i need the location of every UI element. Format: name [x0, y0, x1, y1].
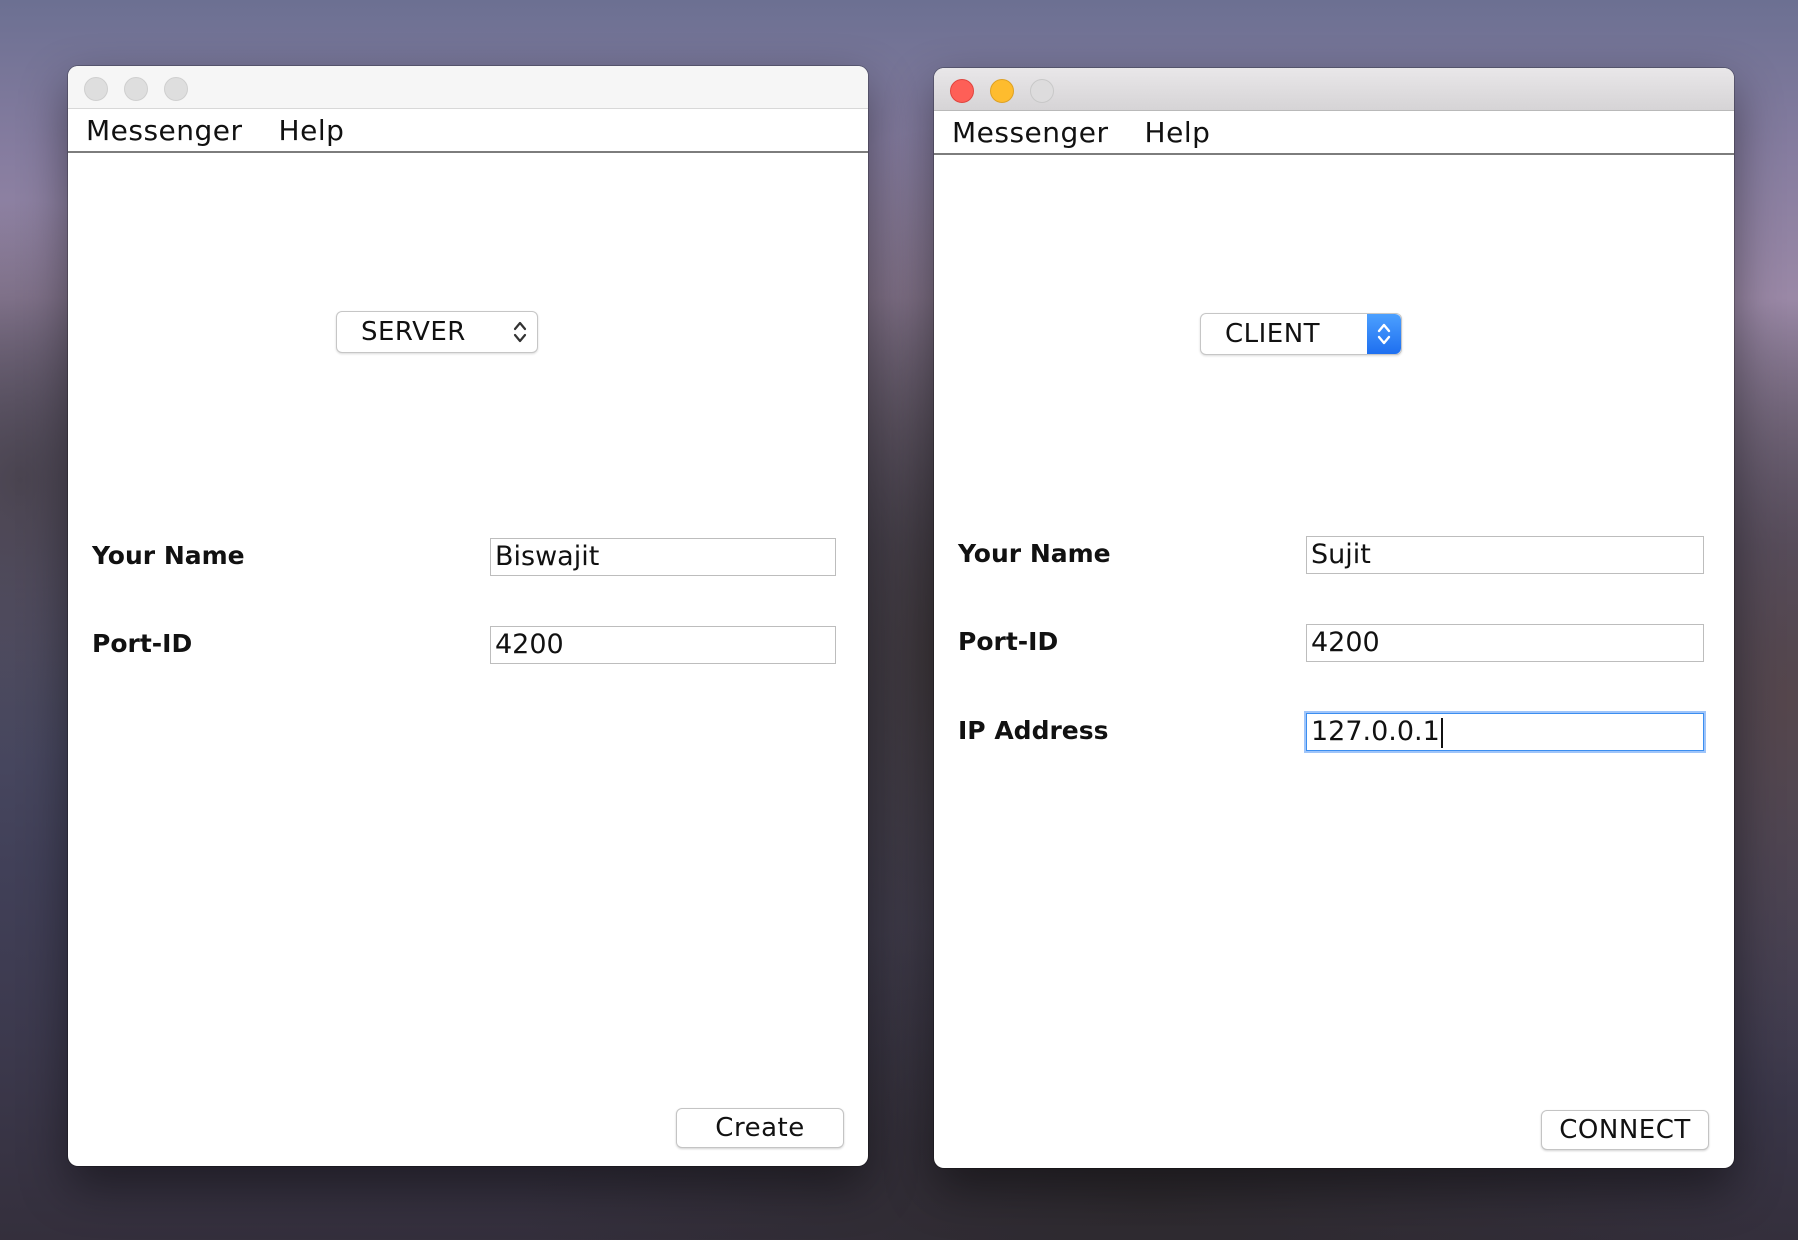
port-field[interactable]: 4200 — [1306, 624, 1704, 662]
name-label: Your Name — [92, 541, 245, 570]
port-label: Port-ID — [958, 627, 1059, 656]
title-bar[interactable] — [68, 66, 868, 109]
port-label: Port-ID — [92, 629, 193, 658]
name-label: Your Name — [958, 539, 1111, 568]
minimize-icon[interactable] — [124, 77, 148, 101]
menu-help[interactable]: Help — [279, 114, 345, 147]
zoom-icon[interactable] — [164, 77, 188, 101]
role-select[interactable]: CLIENT — [1200, 313, 1402, 355]
ip-address-value: 127.0.0.1 — [1311, 716, 1440, 747]
chevron-up-down-icon — [503, 312, 537, 352]
menu-bar: Messenger Help — [68, 109, 868, 153]
port-field[interactable]: 4200 — [490, 626, 836, 664]
zoom-icon[interactable] — [1030, 79, 1054, 103]
server-window: Messenger Help SERVER Your Name Biswajit… — [68, 66, 868, 1166]
name-field[interactable]: Biswajit — [490, 538, 836, 576]
role-select-value: CLIENT — [1225, 319, 1321, 349]
title-bar[interactable] — [934, 68, 1734, 111]
chevron-up-down-icon — [1367, 314, 1401, 354]
create-button[interactable]: Create — [676, 1108, 844, 1148]
minimize-icon[interactable] — [990, 79, 1014, 103]
connect-button[interactable]: CONNECT — [1541, 1110, 1709, 1150]
ip-address-label: IP Address — [958, 716, 1109, 745]
name-field[interactable]: Sujit — [1306, 536, 1704, 574]
ip-address-field[interactable]: 127.0.0.1 — [1306, 713, 1704, 751]
client-form: CLIENT Your Name Sujit Port-ID 4200 IP A… — [934, 155, 1734, 1168]
menu-help[interactable]: Help — [1145, 116, 1211, 149]
role-select-value: SERVER — [361, 317, 466, 347]
server-form: SERVER Your Name Biswajit Port-ID 4200 C… — [68, 153, 868, 1166]
client-window: Messenger Help CLIENT Your Name Sujit Po… — [934, 68, 1734, 1168]
role-select[interactable]: SERVER — [336, 311, 538, 353]
menu-messenger[interactable]: Messenger — [86, 114, 243, 147]
close-icon[interactable] — [84, 77, 108, 101]
menu-bar: Messenger Help — [934, 111, 1734, 155]
close-icon[interactable] — [950, 79, 974, 103]
menu-messenger[interactable]: Messenger — [952, 116, 1109, 149]
text-caret — [1440, 717, 1443, 748]
